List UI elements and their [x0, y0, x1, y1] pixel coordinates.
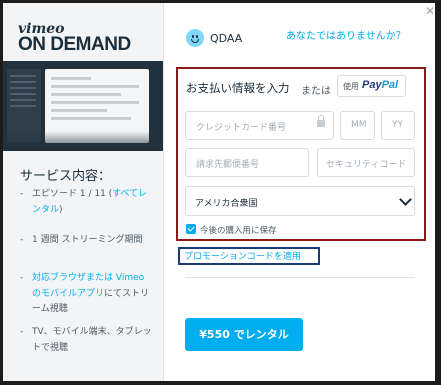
promo-code-link[interactable]: プロモーションコードを適用 [184, 249, 301, 262]
country-select[interactable]: アメリカ合衆国 [185, 186, 415, 216]
avatar-icon [186, 29, 204, 47]
features-title: サービス内容： [20, 169, 112, 184]
feature-item: - 1 週間 ストリーミング期間 [20, 235, 143, 245]
feature-item: - TV、モバイル端末、タブレットで視聴 [20, 327, 152, 353]
video-thumbnail [3, 61, 163, 151]
lock-icon [317, 115, 325, 127]
security-code-field[interactable]: セキュリティコード [317, 148, 415, 177]
feature-item: - エピソード 1 / 11 (すべてレンタル) [20, 189, 148, 215]
save-checkbox[interactable] [186, 224, 196, 234]
postal-code-field[interactable]: 請求先郵便番号 [185, 148, 309, 177]
close-icon[interactable]: ✕ [425, 5, 435, 17]
paypal-logo: PayPal [362, 79, 399, 91]
not-you-link[interactable]: あなたではありませんか？ [286, 27, 406, 42]
expiry-month-field[interactable]: MM [340, 111, 375, 140]
rent-button[interactable]: ¥550 でレンタル [185, 318, 303, 351]
payment-title: お支払い情報を入力 [186, 81, 290, 95]
country-value: アメリカ合衆国 [195, 199, 258, 209]
postal-code-placeholder: 請求先郵便番号 [196, 160, 260, 170]
paypal-button[interactable]: 使用 PayPal [337, 75, 406, 97]
left-panel: vimeo ON DEMAND サービス内容： - エピソード 1 / 11 (… [3, 3, 164, 381]
save-label: 今後の購入用に保存 [200, 226, 277, 236]
card-number-placeholder: クレジットカード番号 [196, 123, 287, 133]
year-placeholder: YY [392, 120, 403, 130]
username: QDAA [210, 32, 243, 45]
payment-or-label: または [301, 86, 331, 97]
month-placeholder: MM [351, 120, 367, 130]
logo-on-demand-text: ON DEMAND [18, 34, 131, 55]
security-code-placeholder: セキュリティコード [326, 160, 407, 170]
paypal-use-label: 使用 [343, 82, 359, 91]
expiry-year-field[interactable]: YY [381, 111, 415, 140]
vimeo-on-demand-logo: vimeo ON DEMAND [18, 21, 158, 61]
feature-item: - 対応ブラウザまたは Vimeo のモバイルアプリにてストリーム視聴 [20, 273, 150, 314]
divider [185, 277, 415, 278]
card-number-field[interactable]: クレジットカード番号 [185, 111, 334, 140]
